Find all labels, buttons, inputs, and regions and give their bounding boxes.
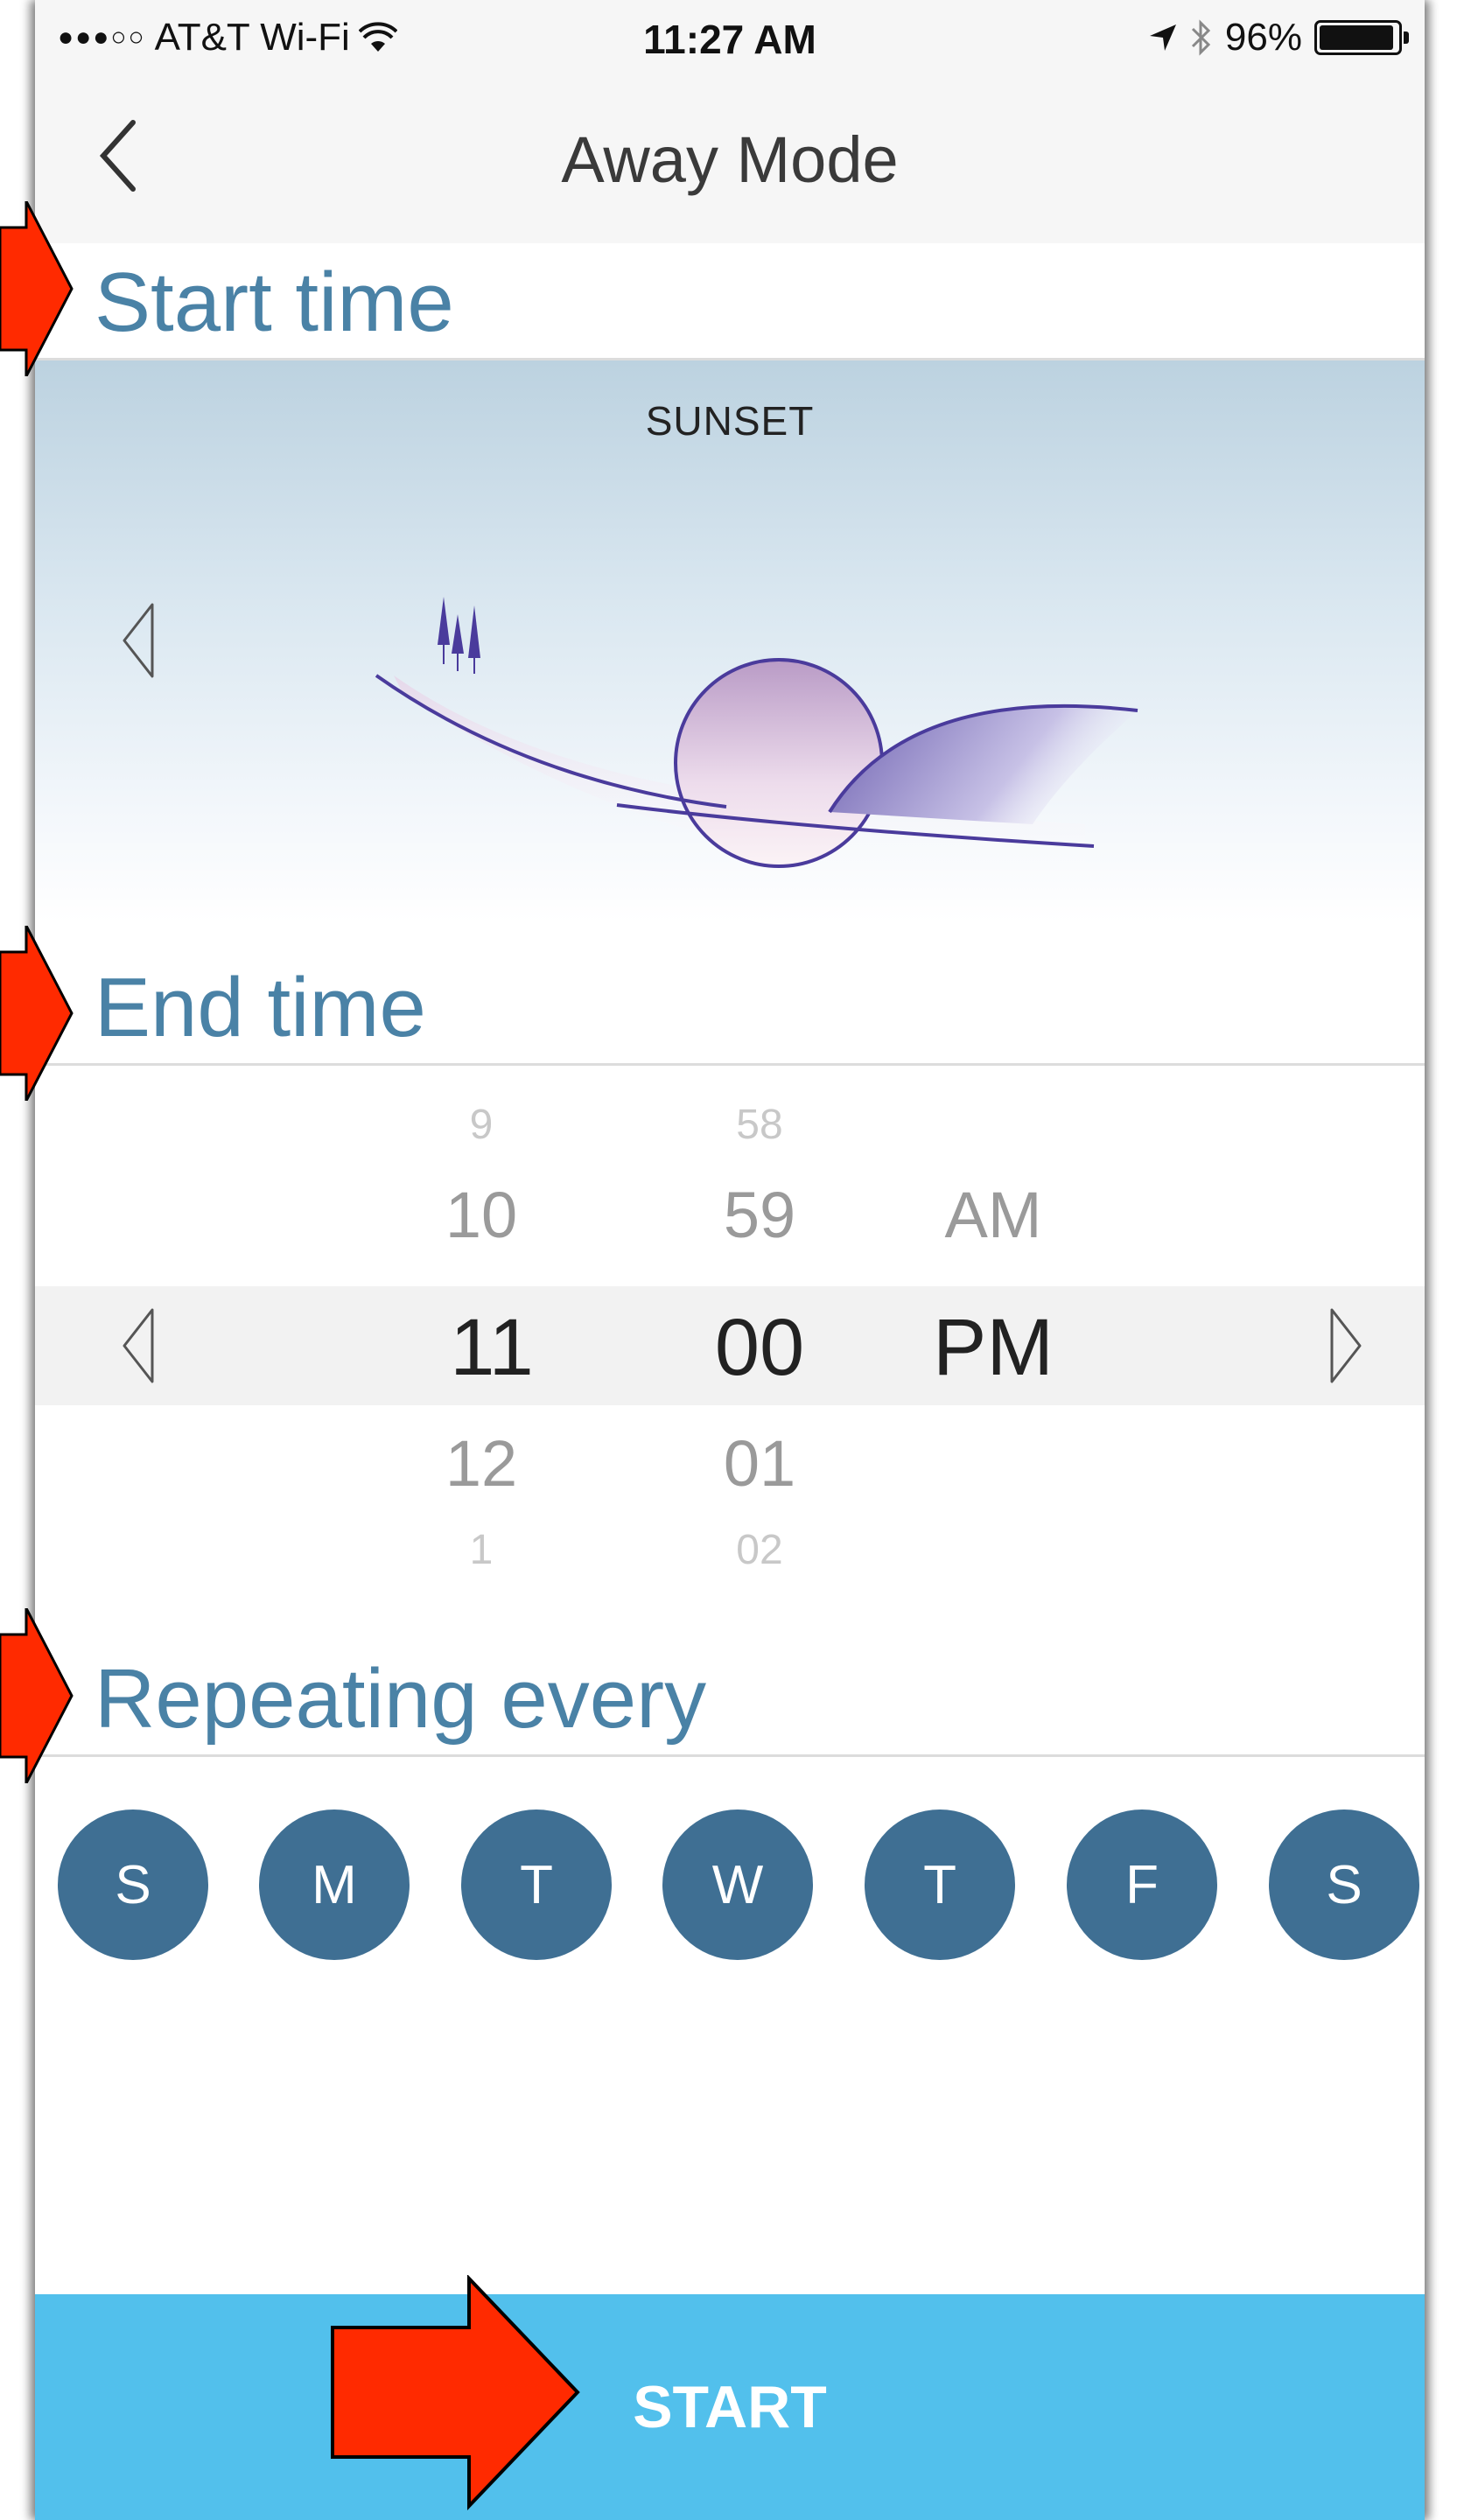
page-title: Away Mode <box>561 123 899 196</box>
start-time-label: Start time <box>95 256 454 349</box>
hour-option[interactable]: 9 <box>385 1101 578 1149</box>
triangle-right-icon[interactable] <box>1327 1306 1365 1385</box>
period-selected[interactable]: PM <box>897 1302 1089 1394</box>
annotation-arrow-repeating-every <box>0 1608 74 1783</box>
day-saturday-toggle[interactable]: S <box>1269 1810 1419 1960</box>
status-bar: ●●●○○ AT&T Wi-Fi 11:27 AM 96% <box>35 0 1425 77</box>
status-right: 96% <box>1148 16 1409 60</box>
minute-selected[interactable]: 00 <box>663 1302 856 1394</box>
minute-option[interactable]: 01 <box>663 1426 856 1501</box>
day-thursday-toggle[interactable]: T <box>865 1810 1015 1960</box>
minute-option[interactable]: 58 <box>663 1101 856 1149</box>
day-sunday-toggle[interactable]: S <box>58 1810 208 1960</box>
hour-option[interactable]: 1 <box>385 1526 578 1574</box>
day-tuesday-toggle[interactable]: T <box>461 1810 612 1960</box>
repeating-every-label: Repeating every <box>95 1652 707 1746</box>
start-button[interactable]: START <box>35 2294 1425 2520</box>
day-monday-toggle[interactable]: M <box>259 1810 410 1960</box>
end-time-picker[interactable]: 9 10 11 12 1 58 59 00 01 02 AM PM <box>35 1066 1425 1582</box>
end-time-header: End time <box>35 922 1425 1066</box>
phone-screen: ●●●○○ AT&T Wi-Fi 11:27 AM 96% Away Mode … <box>35 0 1425 2520</box>
location-arrow-icon <box>1149 24 1176 51</box>
hour-selected[interactable]: 11 <box>396 1302 588 1394</box>
day-wednesday-toggle[interactable]: W <box>662 1810 813 1960</box>
repeating-every-header: Repeating every <box>35 1582 1425 1757</box>
sunset-illustration <box>375 597 1138 878</box>
annotation-arrow-end-time <box>0 926 74 1101</box>
battery-icon <box>1314 20 1409 55</box>
start-time-option: SUNSET <box>645 398 815 444</box>
annotation-arrow-start-button <box>331 2275 580 2510</box>
minute-option[interactable]: 02 <box>663 1526 856 1574</box>
hour-option[interactable]: 10 <box>385 1178 578 1252</box>
period-option[interactable]: AM <box>897 1178 1089 1252</box>
minute-option[interactable]: 59 <box>663 1178 856 1252</box>
day-friday-toggle[interactable]: F <box>1067 1810 1217 1960</box>
triangle-left-icon[interactable] <box>119 601 158 680</box>
navigation-bar: Away Mode <box>35 77 1425 244</box>
hour-option[interactable]: 12 <box>385 1426 578 1501</box>
bluetooth-icon <box>1191 19 1211 56</box>
battery-fill <box>1320 25 1394 50</box>
annotation-arrow-start-time <box>0 201 74 376</box>
start-time-selector[interactable]: SUNSET <box>35 360 1425 922</box>
end-time-label: End time <box>95 961 426 1054</box>
start-time-header: Start time <box>35 243 1425 360</box>
battery-percent: 96% <box>1224 16 1302 59</box>
triangle-left-icon[interactable] <box>119 1306 158 1385</box>
